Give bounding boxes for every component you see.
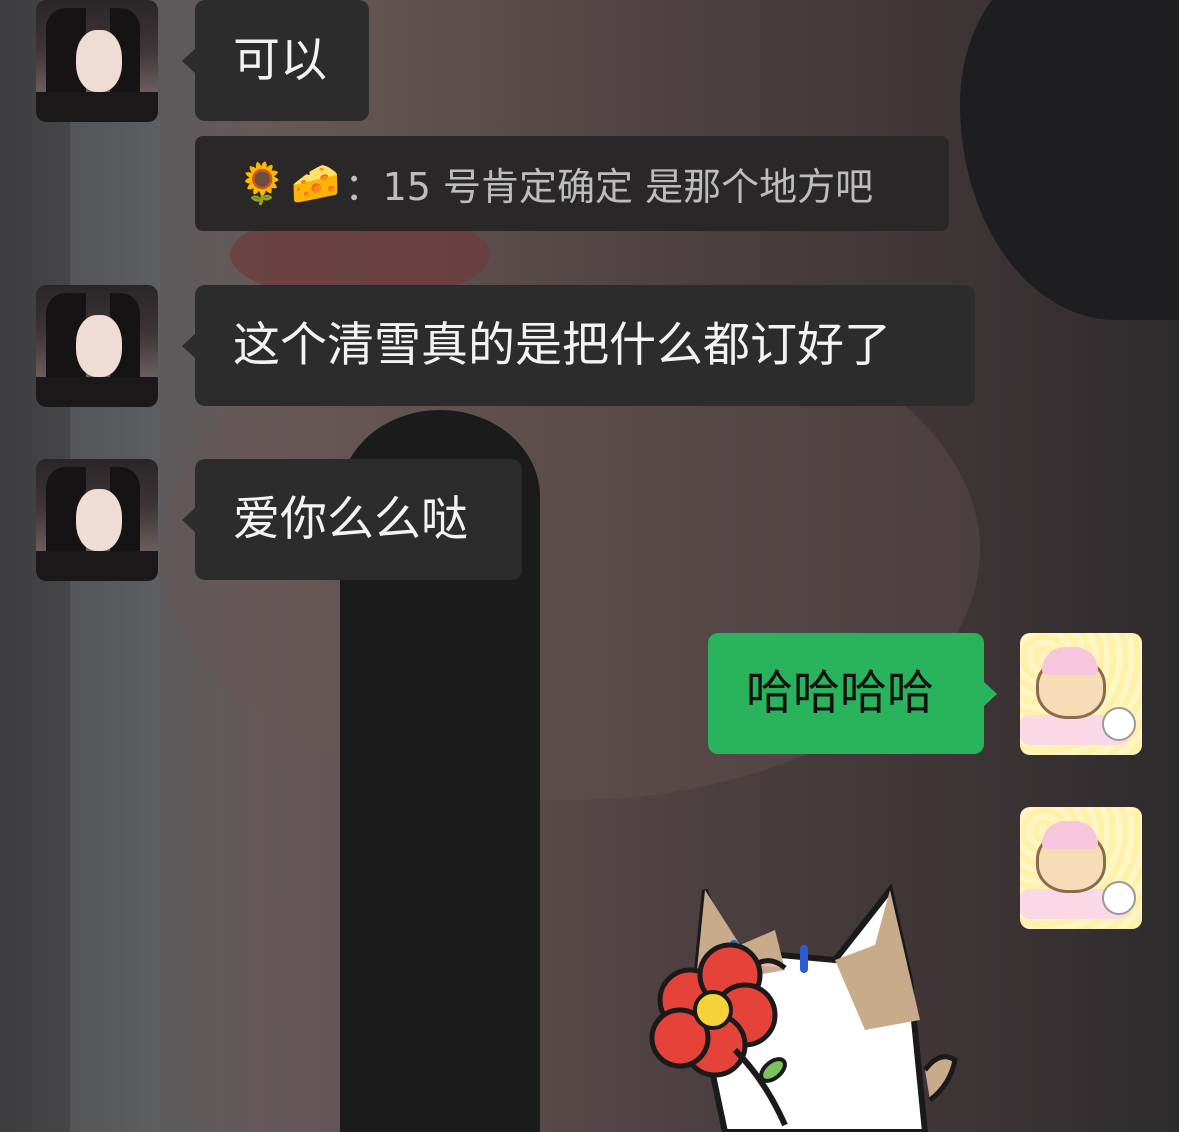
- sunflower-emoji: 🌻: [237, 161, 287, 207]
- cat-flower-sticker[interactable]: [635, 870, 965, 1132]
- quoted-text: ：15 号肯定确定 是那个地方吧: [344, 165, 874, 209]
- message-bubble[interactable]: 爱你么么哒: [182, 459, 522, 580]
- background-hair: [960, 0, 1179, 320]
- message-bubble[interactable]: 可以: [182, 0, 369, 121]
- quoted-reply[interactable]: 🌻 🧀 ：15 号肯定确定 是那个地方吧: [195, 136, 949, 231]
- contact-avatar[interactable]: [36, 285, 158, 407]
- message-text: 哈哈哈哈: [746, 666, 934, 721]
- contact-avatar[interactable]: [36, 0, 158, 122]
- message-bubble[interactable]: 这个清雪真的是把什么都订好了: [182, 285, 975, 406]
- outgoing-message-bubble[interactable]: 哈哈哈哈: [708, 633, 997, 754]
- self-avatar[interactable]: [1020, 807, 1142, 929]
- message-text: 可以: [233, 33, 327, 88]
- self-avatar[interactable]: [1020, 633, 1142, 755]
- cheese-emoji: 🧀: [290, 161, 341, 207]
- contact-avatar[interactable]: [36, 459, 158, 581]
- background-wall: [70, 120, 160, 1132]
- message-text: 爱你么么哒: [233, 492, 468, 547]
- message-text: 这个清雪真的是把什么都订好了: [233, 318, 891, 373]
